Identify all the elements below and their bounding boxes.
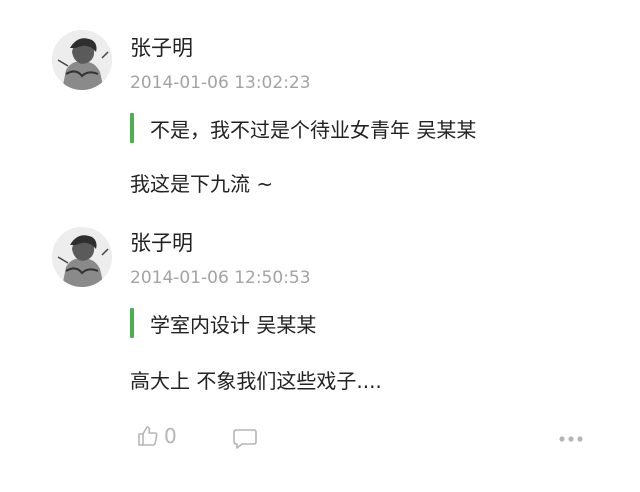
avatar-illustration-icon bbox=[52, 30, 112, 90]
like-button[interactable]: 0 bbox=[136, 424, 177, 448]
quoted-comment: 学室内设计 吴某某 bbox=[130, 308, 316, 338]
comment-bubble-icon bbox=[233, 429, 257, 449]
author-name[interactable]: 张子明 bbox=[130, 230, 193, 256]
avatar[interactable] bbox=[52, 227, 112, 287]
more-button[interactable] bbox=[558, 435, 584, 443]
comment-timestamp: 2014-01-06 12:50:53 bbox=[130, 268, 311, 288]
quoted-comment: 不是，我不过是个待业女青年 吴某某 bbox=[130, 113, 476, 143]
quote-text: 学室内设计 吴某某 bbox=[150, 312, 317, 337]
quote-bar bbox=[130, 113, 134, 143]
reply-text: 高大上 不象我们这些戏子.... bbox=[130, 369, 382, 393]
quote-bar bbox=[130, 308, 134, 338]
avatar[interactable] bbox=[52, 30, 112, 90]
reply-text: 我这是下九流 ~ bbox=[130, 172, 274, 196]
author-name[interactable]: 张子明 bbox=[130, 35, 193, 61]
comment-button[interactable] bbox=[232, 426, 258, 450]
more-dots-icon bbox=[559, 436, 583, 442]
comment-actions-bar: 0 bbox=[0, 420, 640, 460]
thumbs-up-icon bbox=[138, 426, 158, 446]
comment-timestamp: 2014-01-06 13:02:23 bbox=[130, 73, 311, 93]
avatar-illustration-icon bbox=[52, 227, 112, 287]
like-count: 0 bbox=[164, 424, 177, 448]
quote-text: 不是，我不过是个待业女青年 吴某某 bbox=[150, 117, 477, 142]
